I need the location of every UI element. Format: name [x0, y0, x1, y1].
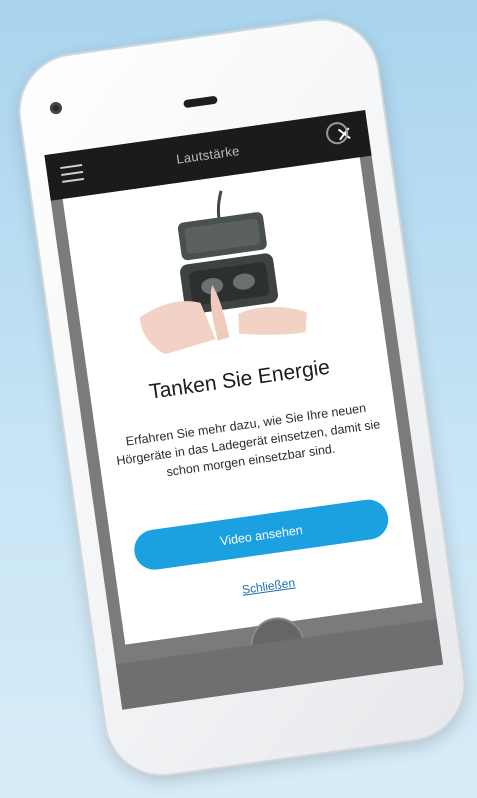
- close-icon[interactable]: ✕: [324, 120, 358, 149]
- info-modal: Tanken Sie Energie Erfahren Sie mehr daz…: [62, 157, 423, 645]
- watch-video-button[interactable]: Video ansehen: [131, 497, 391, 573]
- phone-screen: Lautstärke ✕ Tanken Sie Energie Erfahren…: [44, 110, 444, 710]
- modal-description: Erfahren Sie mehr dazu, wie Sie Ihre neu…: [115, 400, 382, 480]
- front-camera: [49, 101, 63, 115]
- scene: Lautstärke ✕ Tanken Sie Energie Erfahren…: [0, 0, 477, 798]
- charger-illustration: [139, 190, 307, 355]
- phone-device: Lautstärke ✕ Tanken Sie Energie Erfahren…: [13, 13, 471, 782]
- earpiece-speaker: [183, 95, 218, 109]
